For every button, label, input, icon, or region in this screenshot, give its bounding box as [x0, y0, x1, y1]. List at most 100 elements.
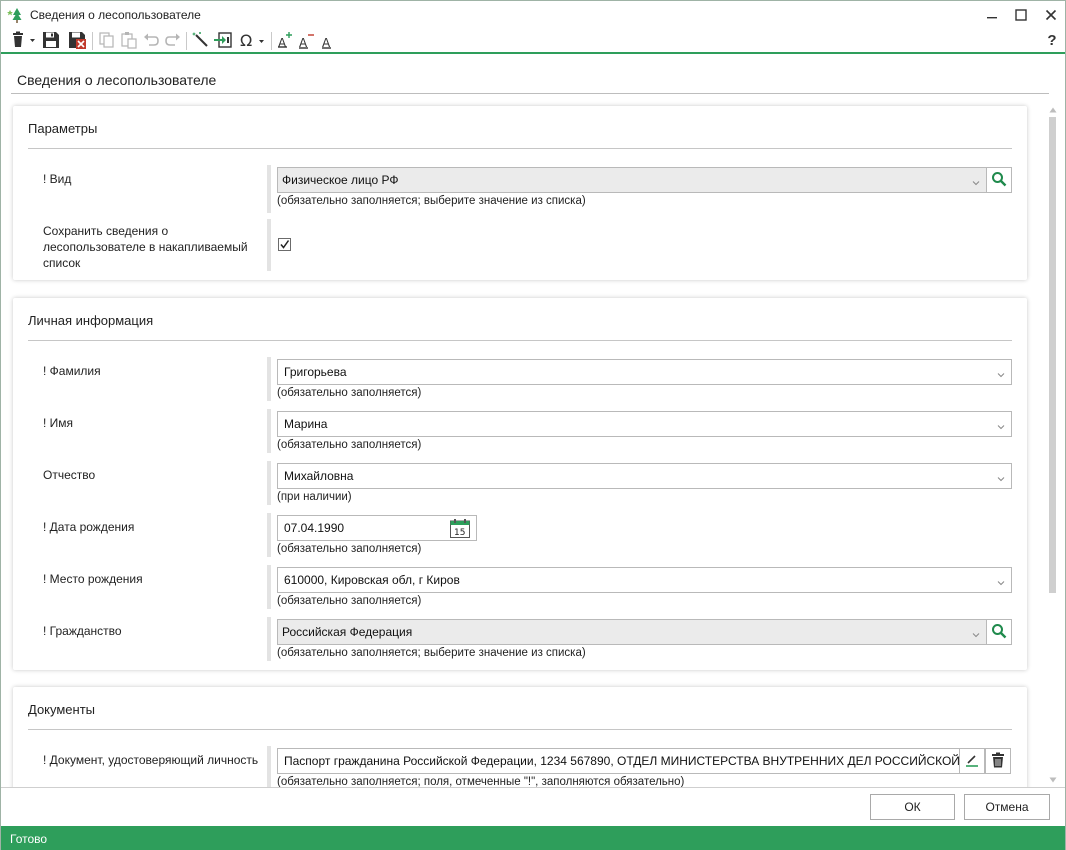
- birthdate-value: 07.04.1990: [284, 521, 345, 535]
- scroll-down-icon[interactable]: [1049, 773, 1057, 787]
- citizenship-value: Российская Федерация: [282, 625, 413, 639]
- close-icon[interactable]: [1037, 3, 1065, 27]
- field-label: Отчество: [43, 468, 96, 482]
- section-divider: [28, 148, 1012, 149]
- vertical-scrollbar[interactable]: [1047, 101, 1059, 787]
- footer-divider: [1, 787, 1065, 788]
- chevron-down-icon[interactable]: [972, 628, 980, 638]
- field-marker: [267, 461, 271, 505]
- field-hint: (при наличии): [277, 491, 352, 503]
- field-hint: (обязательно заполняется; выберите значе…: [277, 195, 586, 207]
- field-hint: (обязательно заполняется): [277, 595, 422, 607]
- field-hint: (обязательно заполняется; выберите значе…: [277, 647, 586, 659]
- scrollbar-thumb[interactable]: [1049, 117, 1056, 593]
- omega-icon[interactable]: Ω: [239, 29, 267, 51]
- maximize-icon[interactable]: [1007, 3, 1035, 27]
- status-text: Готово: [10, 832, 48, 846]
- form-scroll-area[interactable]: Параметры ! Вид Физическое лицо РФ (обяз…: [1, 99, 1065, 787]
- field-hint: (обязательно заполняется): [277, 439, 422, 451]
- redo-icon[interactable]: [162, 29, 184, 51]
- chevron-down-icon[interactable]: [997, 472, 1005, 482]
- id-document-field[interactable]: Паспорт гражданина Российской Федерации,…: [277, 748, 960, 774]
- section-documents: Документы ! Документ, удостоверяющий лич…: [13, 687, 1027, 787]
- name-field[interactable]: Марина: [277, 411, 1012, 437]
- patronymic-field[interactable]: Михайловна: [277, 463, 1012, 489]
- section-personal: Личная информация ! Фамилия Григорьева (…: [13, 298, 1027, 670]
- field-marker: [267, 409, 271, 453]
- app-window: Сведения о лесопользователе Ω A A A ? Св…: [0, 0, 1066, 850]
- search-icon: [991, 171, 1007, 190]
- paste-icon[interactable]: [118, 29, 140, 51]
- window-title: Сведения о лесопользователе: [30, 8, 201, 22]
- birthdate-field[interactable]: 07.04.1990 15: [277, 515, 477, 541]
- help-icon[interactable]: ?: [1041, 29, 1063, 51]
- cancel-button[interactable]: Отмена: [964, 794, 1050, 820]
- field-label: ! Гражданство: [43, 624, 122, 638]
- font-increase-icon[interactable]: A: [275, 29, 297, 51]
- section-title: Параметры: [28, 121, 98, 136]
- font-decrease-icon[interactable]: A: [296, 29, 318, 51]
- field-marker: [267, 617, 271, 661]
- save-close-icon[interactable]: [66, 29, 88, 51]
- citizenship-select[interactable]: Российская Федерация: [277, 619, 987, 645]
- field-label: Сохранить сведения о лесопользователе в …: [43, 224, 248, 270]
- field-hint: (обязательно заполняется; поля, отмеченн…: [277, 776, 685, 787]
- search-icon: [991, 623, 1007, 642]
- save-to-list-checkbox[interactable]: [278, 238, 291, 251]
- field-marker: [267, 357, 271, 401]
- field-marker: [267, 746, 271, 787]
- field-marker: [267, 165, 271, 213]
- section-divider: [28, 340, 1012, 341]
- minimize-icon[interactable]: [978, 3, 1006, 27]
- ok-button[interactable]: ОК: [870, 794, 955, 820]
- field-marker: [267, 513, 271, 557]
- field-marker: [267, 219, 271, 271]
- section-divider: [28, 729, 1012, 730]
- calendar-icon[interactable]: 15: [450, 519, 470, 538]
- chevron-down-icon[interactable]: [972, 176, 980, 186]
- id-document-value: Паспорт гражданина Российской Федерации,…: [284, 754, 960, 768]
- citizenship-search-button[interactable]: [986, 619, 1012, 645]
- birthplace-value: 610000, Кировская обл, г Киров: [284, 573, 460, 587]
- import-icon[interactable]: [212, 29, 234, 51]
- toolbar: Ω A A A ?: [1, 29, 1065, 53]
- chevron-down-icon[interactable]: [997, 576, 1005, 586]
- undo-icon[interactable]: [140, 29, 162, 51]
- field-label: ! Место рождения: [43, 572, 143, 586]
- surname-value: Григорьева: [284, 365, 347, 379]
- toolbar-separator: [271, 32, 272, 50]
- save-icon[interactable]: [40, 29, 62, 51]
- surname-field[interactable]: Григорьева: [277, 359, 1012, 385]
- field-label: ! Дата рождения: [43, 520, 135, 534]
- delete-document-button[interactable]: [985, 748, 1011, 774]
- checkmark-icon: [280, 240, 290, 249]
- delete-icon[interactable]: [9, 29, 37, 51]
- vid-value: Физическое лицо РФ: [282, 173, 399, 187]
- section-params: Параметры ! Вид Физическое лицо РФ (обяз…: [13, 106, 1027, 280]
- svg-text:Ω: Ω: [240, 31, 252, 49]
- field-label: ! Фамилия: [43, 364, 101, 378]
- toolbar-separator: [186, 32, 187, 50]
- trash-icon: [991, 752, 1005, 771]
- vid-select[interactable]: Физическое лицо РФ: [277, 167, 987, 193]
- edit-document-button[interactable]: [959, 748, 985, 774]
- tree-icon: [7, 7, 23, 23]
- toolbar-accent-line: [1, 52, 1065, 54]
- calendar-day: 15: [454, 528, 465, 538]
- birthplace-field[interactable]: 610000, Кировская обл, г Киров: [277, 567, 1012, 593]
- field-hint: (обязательно заполняется): [277, 387, 422, 399]
- field-hint: (обязательно заполняется): [277, 543, 422, 555]
- svg-text:A: A: [278, 36, 287, 50]
- toolbar-separator: [92, 32, 93, 50]
- search-button[interactable]: [986, 167, 1012, 193]
- section-title: Документы: [28, 702, 96, 717]
- copy-icon[interactable]: [96, 29, 118, 51]
- magic-wand-icon[interactable]: [190, 29, 212, 51]
- chevron-down-icon[interactable]: [997, 368, 1005, 378]
- font-reset-icon[interactable]: A: [317, 29, 339, 51]
- name-value: Марина: [284, 417, 328, 431]
- field-label: ! Вид: [43, 172, 72, 186]
- scroll-up-icon[interactable]: [1049, 103, 1057, 117]
- chevron-down-icon[interactable]: [997, 420, 1005, 430]
- page-title: Сведения о лесопользователе: [17, 72, 217, 88]
